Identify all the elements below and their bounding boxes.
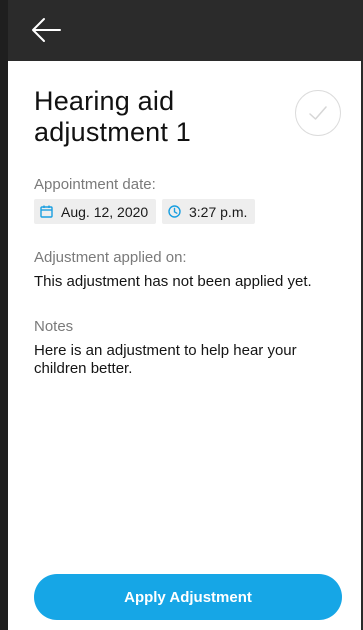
check-circle-icon <box>309 106 327 120</box>
mark-complete-toggle[interactable] <box>295 90 341 136</box>
appointment-time-chip: 3:27 p.m. <box>162 199 255 224</box>
notes-label: Notes <box>34 318 74 335</box>
notes-value: Here is an adjustment to help hear your … <box>34 342 297 377</box>
app-bar <box>0 0 363 61</box>
device-frame-left <box>0 0 8 630</box>
back-button[interactable] <box>26 14 66 46</box>
adjustment-applied-value: This adjustment has not been applied yet… <box>34 273 312 290</box>
apply-adjustment-button[interactable]: Apply Adjustment <box>34 574 342 620</box>
arrow-left-icon <box>32 18 61 42</box>
page-title: Hearing aid adjustment 1 <box>34 86 191 147</box>
clock-icon <box>168 205 181 218</box>
appointment-date-label: Appointment date: <box>34 176 156 193</box>
adjustment-applied-label: Adjustment applied on: <box>34 249 187 266</box>
appointment-date-chip: Aug. 12, 2020 <box>34 199 156 224</box>
appointment-time-value: 3:27 p.m. <box>189 203 248 220</box>
appointment-date-value: Aug. 12, 2020 <box>61 203 149 220</box>
calendar-icon <box>40 205 53 218</box>
